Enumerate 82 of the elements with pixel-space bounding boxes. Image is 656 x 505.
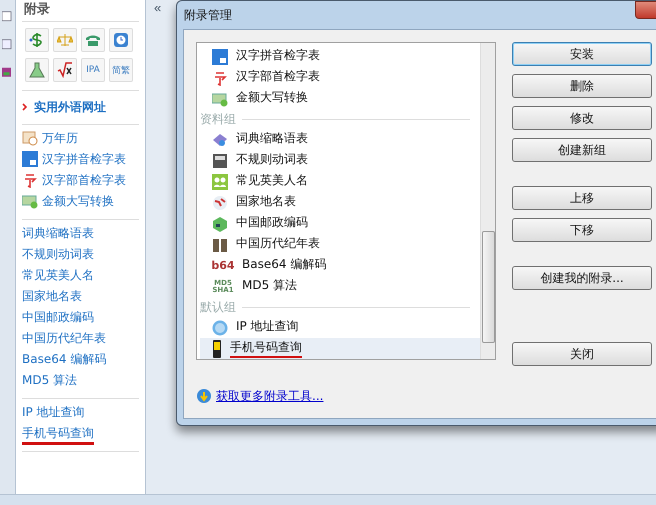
character-card-icon [212, 48, 228, 64]
badge-icon [212, 320, 228, 336]
text-logo-icon: b64 [212, 260, 234, 271]
item-label: Base64 编解码 [242, 256, 326, 273]
list-item[interactable]: 常见英美人名 [200, 171, 480, 192]
item-label: 汉字部首检字表 [236, 68, 320, 85]
stack-icon [2, 66, 14, 80]
banknote-icon [22, 193, 38, 209]
dialog-button[interactable]: 下移 [512, 218, 652, 242]
sidebar-link[interactable]: 不规则动词表 [22, 245, 94, 266]
list-item[interactable]: 金额大写转换 [200, 88, 480, 109]
sidebar-link[interactable]: 万年历 [22, 129, 78, 150]
cube-icon [212, 216, 228, 232]
list-item[interactable]: 汉字拼音检字表 [200, 46, 480, 67]
sidebar-link[interactable]: 中国邮政编码 [22, 308, 94, 329]
item-label: 不规则动词表 [236, 151, 308, 168]
character-icon [22, 172, 38, 188]
item-label: 汉字拼音检字表 [236, 47, 320, 64]
list-item[interactable]: 手机号码查询 [200, 338, 480, 359]
character-card-icon [22, 151, 38, 167]
close-dialog-button[interactable]: 关闭 [512, 342, 652, 366]
people-icon [212, 174, 228, 190]
list-item[interactable]: b64 Base64 编解码 [200, 255, 480, 276]
sidebar-link[interactable]: 常见英美人名 [22, 266, 94, 287]
scrollbar[interactable] [480, 43, 495, 359]
sidebar-link[interactable]: 国家地名表 [22, 287, 82, 308]
sidebar-link[interactable]: 中国历代纪年表 [22, 329, 106, 350]
globe-download-icon [196, 388, 212, 404]
book-icon [2, 10, 14, 24]
calendar-icon [22, 130, 38, 146]
text-tool[interactable]: 简繁 [109, 58, 133, 82]
dialog-button[interactable]: 创建我的附录... [512, 266, 652, 290]
sidebar-link[interactable]: 手机号码查询 [22, 424, 94, 445]
list-item[interactable]: 不规则动词表 [200, 150, 480, 171]
item-label: 国家地名表 [236, 193, 296, 210]
item-label: MD5 算法 [242, 277, 298, 294]
item-label: 手机号码查询 [230, 339, 302, 358]
collapse-button[interactable]: « [154, 0, 162, 16]
phone-icon[interactable] [81, 28, 105, 52]
sidebar-link[interactable]: 词典缩略语表 [22, 224, 94, 245]
dialog-button[interactable]: 创建新组 [512, 138, 652, 162]
list-item[interactable]: 词典缩略语表 [200, 129, 480, 150]
group-heading: 默认组 [200, 298, 236, 316]
item-label: 金额大写转换 [236, 89, 308, 106]
list-item[interactable]: IP 地址查询 [200, 317, 480, 338]
more-tools-link[interactable]: 获取更多附录工具... [216, 388, 324, 404]
list-item[interactable]: 国家地名表 [200, 192, 480, 213]
list-item[interactable]: 中国邮政编码 [200, 213, 480, 234]
book-icon [212, 132, 228, 148]
sidebar-link[interactable]: 金额大写转换 [22, 192, 114, 213]
document-icon [2, 38, 14, 52]
dialog-button[interactable]: 修改 [512, 106, 652, 130]
text-tool[interactable]: IPA [81, 58, 105, 82]
dialog-button[interactable]: 安装 [512, 42, 652, 66]
dialog-button[interactable]: 删除 [512, 74, 652, 98]
sidebar-link[interactable]: 汉字拼音检字表 [22, 150, 126, 171]
sidebar-link[interactable]: IP 地址查询 [22, 403, 85, 424]
item-label: 常见英美人名 [236, 172, 308, 189]
chevron-icon [22, 103, 28, 111]
clock-icon[interactable] [109, 28, 133, 52]
sidebar-link[interactable]: Base64 编解码 [22, 350, 106, 371]
sidebar-link[interactable]: 汉字部首检字表 [22, 171, 126, 192]
item-label: 词典缩略语表 [236, 130, 308, 147]
sidebar-link[interactable]: MD5 算法 [22, 371, 78, 392]
item-label: 中国邮政编码 [236, 214, 308, 231]
character-icon [212, 70, 228, 86]
square-root-icon[interactable] [53, 58, 77, 82]
close-button[interactable] [635, 1, 656, 19]
group-heading: 资料组 [200, 110, 236, 128]
dialog-button[interactable]: 上移 [512, 186, 652, 210]
sidebar-title: 附录 [22, 0, 139, 22]
item-label: 中国历代纪年表 [236, 235, 320, 252]
list-item[interactable]: 汉字部首检字表 [200, 67, 480, 88]
scale-icon[interactable] [53, 28, 77, 52]
mobile-phone-icon [212, 340, 222, 358]
list-item[interactable]: 中国历代纪年表 [200, 234, 480, 255]
window-title: 附录管理 [184, 6, 232, 24]
flask-icon[interactable] [25, 58, 49, 82]
banknote-icon [212, 90, 228, 106]
dollar-icon[interactable] [25, 28, 49, 52]
item-label: IP 地址查询 [236, 318, 299, 335]
featured-link[interactable]: 实用外语网址 [22, 91, 139, 125]
